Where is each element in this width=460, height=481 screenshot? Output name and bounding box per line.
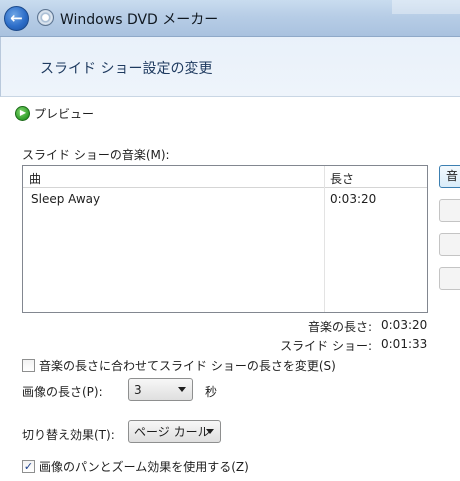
- match-length-option[interactable]: 音楽の長さに合わせてスライド ショーの長さを変更(S): [22, 357, 336, 373]
- column-header-length[interactable]: 長さ: [330, 170, 354, 187]
- table-row[interactable]: Sleep Away 0:03:20: [23, 188, 427, 210]
- chevron-down-icon: [178, 387, 186, 392]
- move-down-button[interactable]: [439, 267, 460, 290]
- title-bar-glass: [392, 0, 460, 14]
- move-up-button[interactable]: [439, 233, 460, 256]
- music-length-label: 音楽の長さ:: [307, 320, 372, 334]
- match-length-label: 音楽の長さに合わせてスライド ショーの長さを変更(S): [39, 358, 336, 373]
- remove-music-button[interactable]: [439, 199, 460, 222]
- image-length-unit: 秒: [205, 385, 218, 399]
- add-music-button[interactable]: 音: [439, 165, 460, 188]
- pan-zoom-option[interactable]: ✓ 画像のパンとズーム効果を使用する(Z): [22, 458, 249, 474]
- title-bar: ← Windows DVD メーカー: [0, 0, 460, 37]
- transition-value: ページ カール: [134, 425, 210, 439]
- play-icon: ▶: [15, 105, 30, 121]
- dvd-maker-app-icon: [37, 9, 54, 26]
- image-length-value: 3: [134, 382, 142, 397]
- music-list[interactable]: 曲 長さ Sleep Away 0:03:20: [22, 165, 428, 313]
- music-section-label: スライド ショーの音楽(M):: [22, 148, 170, 162]
- music-length-value: 0:03:20: [381, 318, 428, 332]
- pan-zoom-label: 画像のパンとズーム効果を使用する(Z): [39, 459, 249, 474]
- back-button[interactable]: ←: [4, 6, 29, 31]
- slideshow-length-label: スライド ショー:: [280, 339, 372, 353]
- song-title: Sleep Away: [31, 192, 101, 206]
- column-header-song[interactable]: 曲: [29, 170, 41, 187]
- transition-label: 切り替え効果(T):: [22, 428, 115, 442]
- image-length-label: 画像の長さ(P):: [22, 385, 103, 399]
- window-title: Windows DVD メーカー: [60, 12, 219, 28]
- slideshow-length-value: 0:01:33: [381, 337, 428, 351]
- transition-dropdown[interactable]: ページ カール: [128, 420, 221, 443]
- page-title: スライド ショー設定の変更: [40, 61, 213, 77]
- pan-zoom-checkbox[interactable]: ✓: [22, 459, 35, 473]
- song-length: 0:03:20: [330, 192, 377, 206]
- preview-link[interactable]: ▶ プレビュー: [15, 105, 94, 121]
- image-length-dropdown[interactable]: 3: [128, 378, 193, 401]
- preview-label: プレビュー: [34, 106, 95, 121]
- back-arrow-icon: ←: [10, 9, 23, 27]
- match-length-checkbox[interactable]: [22, 358, 35, 372]
- music-list-header: 曲 長さ: [23, 166, 427, 188]
- chevron-down-icon: [206, 429, 214, 434]
